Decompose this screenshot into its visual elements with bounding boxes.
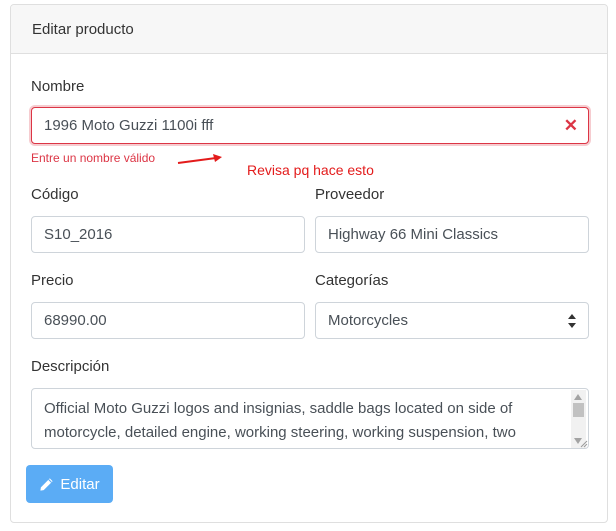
- codigo-label: Código: [31, 186, 79, 203]
- codigo-value: S10_2016: [44, 226, 113, 243]
- sort-arrows-icon: [568, 314, 576, 328]
- resize-grip-icon[interactable]: [580, 440, 588, 448]
- proveedor-value: Highway 66 Mini Classics: [328, 226, 499, 243]
- proveedor-input[interactable]: Highway 66 Mini Classics: [315, 216, 589, 253]
- edit-button[interactable]: Editar: [26, 465, 113, 503]
- nombre-error: Entre un nombre válido: [31, 151, 156, 165]
- categorias-label: Categorías: [315, 272, 389, 289]
- precio-input[interactable]: 68990.00: [31, 302, 305, 339]
- pencil-icon: [40, 477, 53, 491]
- proveedor-label: Proveedor: [315, 186, 385, 203]
- annotation-note: Revisa pq hace esto: [247, 162, 374, 178]
- scroll-up-icon[interactable]: [574, 394, 582, 400]
- scrollbar-thumb[interactable]: [573, 403, 584, 417]
- arrow-left-icon: [177, 154, 222, 164]
- codigo-input[interactable]: S10_2016: [31, 216, 305, 253]
- edit-button-label: Editar: [60, 475, 100, 493]
- nombre-label: Nombre: [31, 78, 85, 95]
- descripcion-value: Official Moto Guzzi logos and insignias,…: [44, 400, 516, 441]
- descripcion-textarea[interactable]: Official Moto Guzzi logos and insignias,…: [31, 388, 589, 449]
- categorias-value: Motorcycles: [328, 312, 409, 329]
- precio-value: 68990.00: [44, 312, 107, 329]
- precio-label: Precio: [31, 272, 74, 289]
- categorias-select[interactable]: Motorcycles: [315, 302, 589, 339]
- card-title: Editar producto: [11, 5, 607, 54]
- descripcion-label: Descripción: [31, 358, 110, 375]
- nombre-value: 1996 Moto Guzzi 1100i fff: [44, 117, 214, 134]
- nombre-input[interactable]: 1996 Moto Guzzi 1100i fff ✕: [31, 107, 589, 144]
- close-icon[interactable]: ✕: [564, 108, 578, 143]
